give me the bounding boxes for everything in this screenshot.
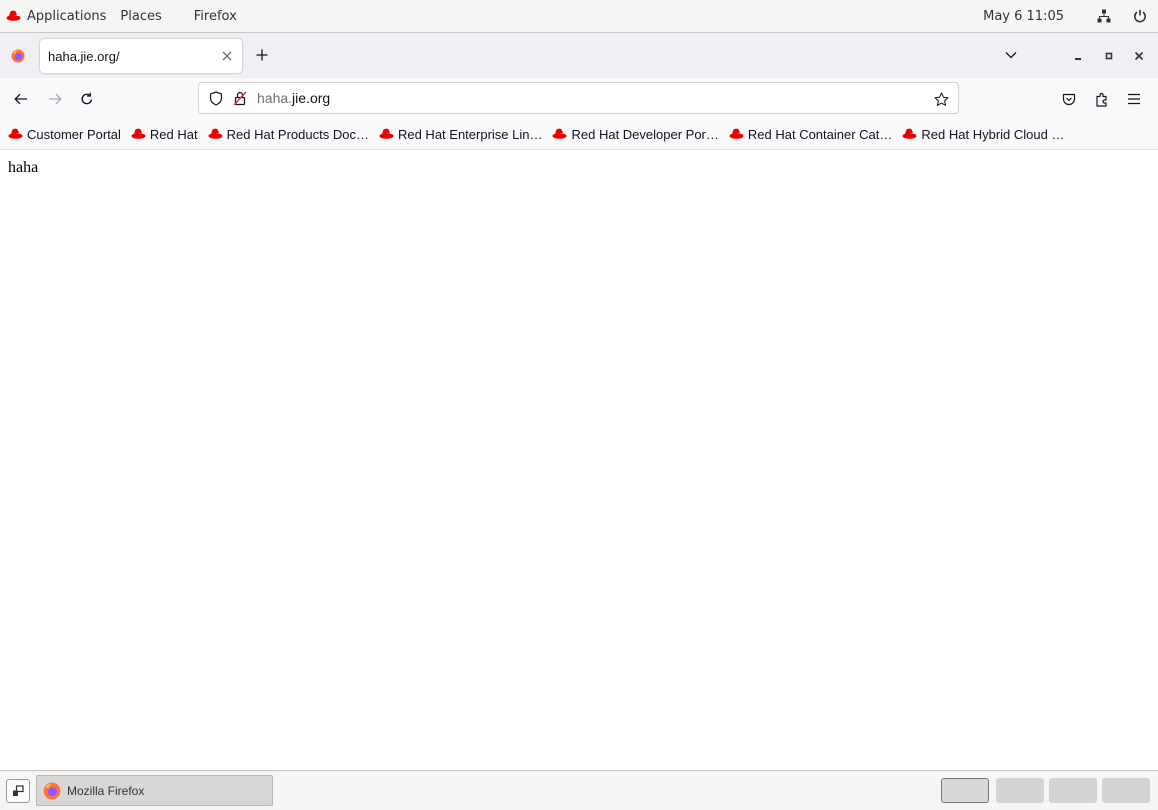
- url-subdomain: haha.: [257, 90, 293, 106]
- tab-strip: haha.jie.org/: [0, 33, 1158, 78]
- bookmark-label: Red Hat Hybrid Cloud …: [921, 126, 1065, 142]
- bookmark-item[interactable]: Red Hat Products Doc…: [208, 127, 369, 142]
- bookmark-label: Customer Portal: [27, 126, 121, 142]
- bookmark-item[interactable]: Red Hat Enterprise Lin…: [379, 126, 543, 142]
- bookmark-label: Red Hat: [149, 126, 198, 142]
- bookmark-item[interactable]: Red Hat Hybrid Cloud …: [902, 127, 1064, 142]
- show-desktop-icon[interactable]: [6, 779, 30, 803]
- redhat-logo-icon: [6, 10, 21, 22]
- forward-arrow-icon[interactable]: [40, 84, 70, 114]
- url-domain: jie.org: [292, 90, 331, 106]
- network-wired-icon[interactable]: [1086, 0, 1122, 33]
- pocket-icon[interactable]: [1054, 84, 1084, 114]
- bookmark-label: Red Hat Container Cat…: [747, 126, 893, 142]
- url-bar[interactable]: haha.jie.org: [198, 82, 959, 114]
- bookmark-label: Red Hat Developer Por…: [571, 126, 719, 142]
- page-body-text: haha: [8, 159, 39, 176]
- workspace-1[interactable]: [941, 778, 989, 803]
- applications-menu[interactable]: Applications: [0, 0, 114, 32]
- extensions-icon[interactable]: [1087, 84, 1117, 114]
- bookmark-label: Red Hat Enterprise Lin…: [397, 126, 543, 142]
- redhat-logo-icon: [552, 128, 567, 140]
- bookmark-item[interactable]: Red Hat Container Cat…: [729, 126, 893, 142]
- minimize-button[interactable]: [1067, 45, 1089, 67]
- url-text[interactable]: haha.jie.org: [257, 90, 330, 106]
- places-label: Places: [120, 8, 162, 24]
- taskbar-window-firefox[interactable]: Mozilla Firefox: [36, 775, 273, 806]
- plus-icon[interactable]: [250, 43, 274, 67]
- bookmark-item[interactable]: Red Hat Developer Por…: [552, 126, 719, 142]
- redhat-logo-icon: [729, 128, 744, 140]
- redhat-logo-icon: [208, 128, 223, 140]
- firefox-app-menu[interactable]: Firefox: [180, 0, 245, 32]
- power-icon[interactable]: [1122, 0, 1158, 33]
- redhat-logo-icon: [379, 128, 394, 140]
- firefox-view-icon[interactable]: [0, 33, 36, 78]
- firefox-logo-icon: [43, 782, 61, 800]
- close-window-button[interactable]: [1128, 45, 1150, 67]
- redhat-logo-icon: [902, 128, 917, 140]
- page-content: haha: [0, 151, 1158, 770]
- gnome-top-bar: Applications Places Firefox May 6 11:05: [0, 0, 1158, 33]
- navigation-toolbar: haha.jie.org: [0, 78, 1158, 119]
- redhat-logo-icon: [8, 128, 23, 140]
- clock[interactable]: May 6 11:05: [975, 9, 1086, 24]
- insecure-lock-icon[interactable]: [229, 91, 251, 106]
- bookmark-item[interactable]: Red Hat: [131, 127, 198, 142]
- chevron-down-icon[interactable]: [998, 42, 1024, 68]
- applications-label: Applications: [27, 8, 107, 24]
- tab-title: haha.jie.org/: [48, 48, 120, 64]
- workspace-3[interactable]: [1049, 778, 1097, 803]
- reload-icon[interactable]: [72, 84, 102, 114]
- bookmarks-toolbar: Customer Portal Red Hat Red Hat Products…: [0, 119, 1158, 150]
- maximize-button[interactable]: [1098, 45, 1120, 67]
- taskbar-window-label: Mozilla Firefox: [67, 783, 145, 798]
- bookmark-label: Red Hat Products Doc…: [226, 126, 369, 142]
- workspace-4[interactable]: [1102, 778, 1150, 803]
- hamburger-menu-icon[interactable]: [1119, 84, 1149, 114]
- redhat-logo-icon: [131, 128, 146, 140]
- firefox-app-label: Firefox: [193, 8, 237, 24]
- window-list-bar: Mozilla Firefox: [0, 770, 1158, 810]
- bookmark-item[interactable]: Customer Portal: [8, 127, 121, 142]
- shield-icon[interactable]: [203, 90, 229, 106]
- tab-active[interactable]: haha.jie.org/: [40, 39, 242, 73]
- close-tab-icon[interactable]: [212, 41, 242, 71]
- back-arrow-icon[interactable]: [6, 84, 36, 114]
- places-menu[interactable]: Places: [114, 0, 179, 32]
- workspace-2[interactable]: [996, 778, 1044, 803]
- bookmark-star-icon[interactable]: [928, 86, 954, 112]
